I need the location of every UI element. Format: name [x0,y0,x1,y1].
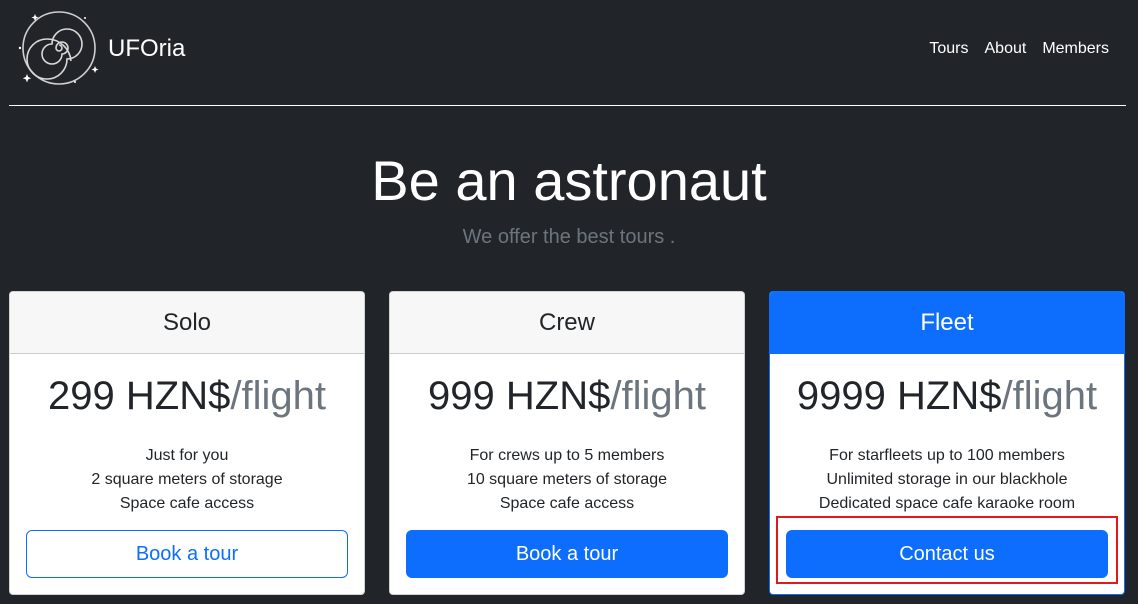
brand-name[interactable]: UFOria [108,34,185,64]
book-tour-button[interactable]: Book a tour [406,530,728,578]
nav-about[interactable]: About [985,39,1027,59]
plan-name: Crew [390,292,744,354]
feature-item: Space cafe access [499,495,635,512]
feature-list: For starfleets up to 100 members Unlimit… [770,444,1124,516]
feature-item: Space cafe access [119,495,255,512]
plan-price: 999 HZN$/flight [390,373,744,419]
main-nav: Tours About Members [929,39,1109,59]
feature-item: 10 square meters of storage [466,471,668,488]
plan-card-fleet: Fleet 9999 HZN$/flight For starfleets up… [769,291,1125,595]
hero-title: Be an astronaut [371,149,767,212]
feature-item: 2 square meters of storage [91,471,283,488]
price-unit: /flight [230,374,326,418]
price-amount: 299 HZN$ [48,374,231,418]
spiral-galaxy-icon[interactable] [15,8,101,88]
price-unit: /flight [1001,374,1098,418]
plan-name: Solo [10,292,364,354]
price-unit: /flight [610,374,706,418]
price-amount: 999 HZN$ [428,374,611,418]
book-tour-button[interactable]: Book a tour [26,530,348,578]
nav-tours[interactable]: Tours [929,39,968,59]
plan-card-crew: Crew 999 HZN$/flight For crews up to 5 m… [389,291,745,595]
plan-name: Fleet [770,292,1124,354]
plan-card-solo: Solo 299 HZN$/flight Just for you 2 squa… [9,291,365,595]
feature-list: Just for you 2 square meters of storage … [10,444,364,516]
feature-item: Just for you [145,447,229,464]
feature-item: Dedicated space cafe karaoke room [818,495,1076,512]
feature-item: Unlimited storage in our blackhole [826,471,1068,488]
nav-members[interactable]: Members [1042,39,1109,59]
plan-price: 299 HZN$/flight [10,373,364,419]
contact-us-button[interactable]: Contact us [786,530,1108,578]
plan-price: 9999 HZN$/flight [770,373,1124,419]
hero-subtitle: We offer the best tours . [462,226,676,248]
feature-item: For starfleets up to 100 members [829,447,1065,464]
feature-item: For crews up to 5 members [469,447,665,464]
site-header: UFOria Tours About Members [9,0,1126,106]
price-amount: 9999 HZN$ [796,374,1002,418]
feature-list: For crews up to 5 members 10 square mete… [390,444,744,516]
